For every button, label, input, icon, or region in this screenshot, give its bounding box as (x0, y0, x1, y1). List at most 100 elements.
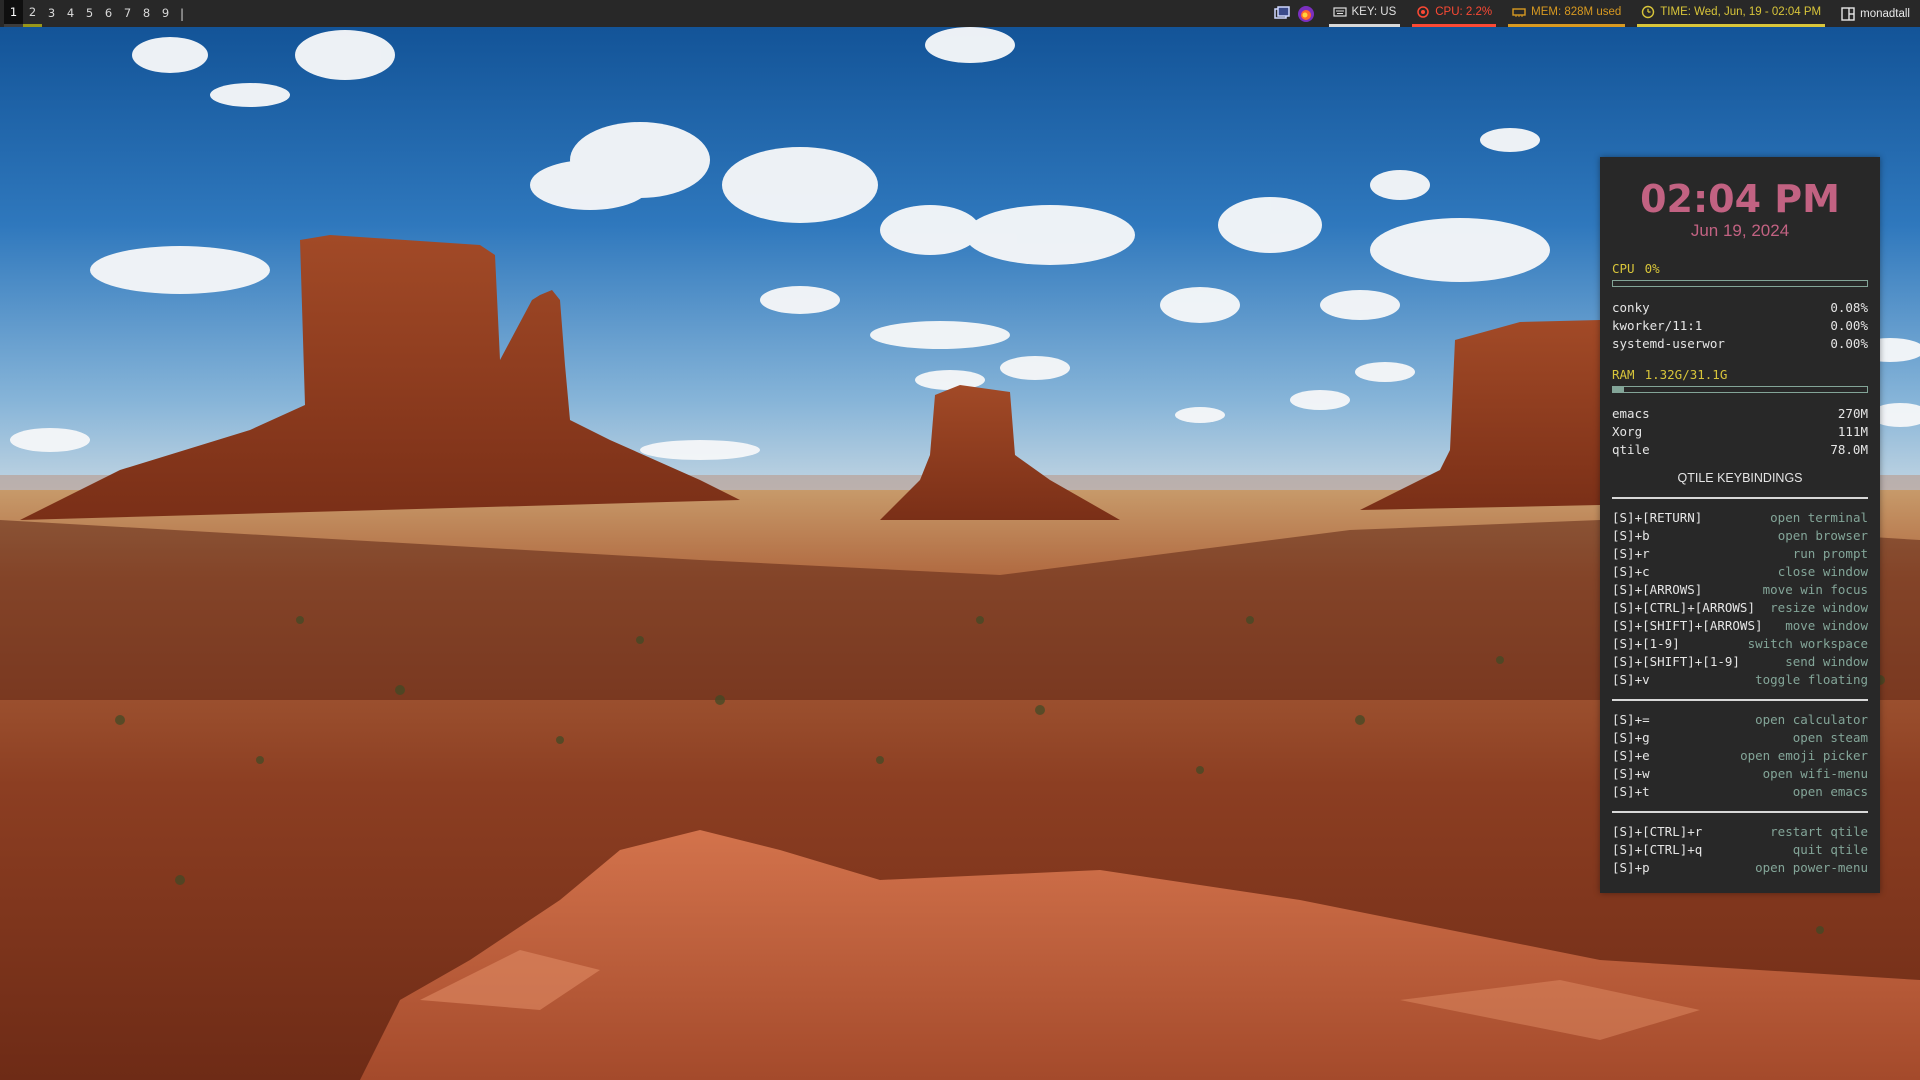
keybinding-row: [S]+g open steam (1612, 729, 1868, 747)
ram-header: RAM 1.32G/31.1G (1612, 367, 1868, 382)
layout-widget[interactable]: monadtall (1837, 0, 1914, 27)
keybinding-action: open calculator (1755, 712, 1868, 727)
keyboard-widget[interactable]: KEY: US (1328, 0, 1401, 27)
systray (1273, 5, 1315, 23)
workspace-4[interactable]: 4 (61, 0, 80, 27)
keybinding-key: [S]+[ARROWS] (1612, 582, 1703, 597)
keybinding-row: [S]+b open browser (1612, 527, 1868, 545)
keybindings-divider (1612, 497, 1868, 499)
ram-meter (1612, 386, 1868, 393)
process-row: conky 0.08% (1612, 299, 1868, 317)
workspace-1[interactable]: 1 (4, 0, 23, 27)
keyboard-icon (1332, 7, 1347, 17)
keyboard-layout-text: KEY: US (1351, 6, 1397, 18)
keybinding-key: [S]+v (1612, 672, 1650, 687)
top-bar: 1 2 3 4 5 6 7 8 9 | KEY: US CPU: 2.2% ME… (0, 0, 1920, 27)
keybinding-row: [S]+e open emoji picker (1612, 747, 1868, 765)
keybinding-row: [S]+[CTRL]+q quit qtile (1612, 841, 1868, 859)
keybinding-row: [S]+= open calculator (1612, 711, 1868, 729)
process-name: qtile (1612, 442, 1650, 457)
process-name: kworker/11:1 (1612, 318, 1703, 333)
bar-widgets: KEY: US CPU: 2.2% MEM: 828M used TIME: W… (1273, 0, 1920, 27)
window-switcher-icon[interactable] (1273, 5, 1291, 23)
process-value: 0.00% (1830, 336, 1868, 351)
keybinding-key: [S]+p (1612, 860, 1650, 875)
workspace-group: 1 2 3 4 5 6 7 8 9 | (0, 0, 184, 27)
keybinding-key: [S]+[CTRL]+q (1612, 842, 1703, 857)
keybinding-key: [S]+[RETURN] (1612, 510, 1703, 525)
process-row: qtile 78.0M (1612, 441, 1868, 459)
keybinding-key: [S]+b (1612, 528, 1650, 543)
keybinding-row: [S]+c close window (1612, 563, 1868, 581)
keybinding-action: move win focus (1762, 582, 1868, 597)
keybinding-row: [S]+[CTRL]+[ARROWS] resize window (1612, 599, 1868, 617)
workspace-6[interactable]: 6 (99, 0, 118, 27)
process-name: emacs (1612, 406, 1650, 421)
process-row: systemd-userwor 0.00% (1612, 335, 1868, 353)
keybindings-divider (1612, 811, 1868, 813)
keybinding-group: [S]+[CTRL]+r restart qtile [S]+[CTRL]+q qui… (1612, 823, 1868, 877)
keybinding-row: [S]+w open wifi-menu (1612, 765, 1868, 783)
cpu-header: CPU 0% (1612, 261, 1868, 276)
process-value: 0.00% (1830, 318, 1868, 333)
workspace-8[interactable]: 8 (137, 0, 156, 27)
cpu-icon (1417, 6, 1429, 18)
bar-separator: | (180, 6, 185, 21)
keybinding-key: [S]+[1-9] (1612, 636, 1680, 651)
keybinding-key: [S]+e (1612, 748, 1650, 763)
cpu-process-list: conky 0.08% kworker/11:1 0.00% systemd-use… (1612, 299, 1868, 353)
memory-icon (1512, 8, 1526, 17)
keybinding-action: switch workspace (1747, 636, 1868, 651)
clock-text: TIME: Wed, Jun, 19 - 02:04 PM (1660, 6, 1822, 18)
keybinding-action: restart qtile (1770, 824, 1868, 839)
keybinding-row: [S]+r run prompt (1612, 545, 1868, 563)
keybinding-key: [S]+[CTRL]+[ARROWS] (1612, 600, 1755, 615)
firefox-icon[interactable] (1297, 5, 1315, 23)
process-row: kworker/11:1 0.00% (1612, 317, 1868, 335)
memory-widget[interactable]: MEM: 828M used (1508, 0, 1626, 27)
process-row: Xorg 111M (1612, 423, 1868, 441)
keybinding-action: toggle floating (1755, 672, 1868, 687)
cpu-meter (1612, 280, 1868, 287)
process-value: 78.0M (1830, 442, 1868, 457)
ram-label: RAM (1612, 367, 1635, 382)
keybinding-row: [S]+t open emacs (1612, 783, 1868, 801)
workspace-9[interactable]: 9 (156, 0, 175, 27)
keybinding-action: send window (1785, 654, 1868, 669)
workspace-2[interactable]: 2 (23, 0, 42, 27)
process-value: 0.08% (1830, 300, 1868, 315)
workspace-7[interactable]: 7 (118, 0, 137, 27)
clock-icon (1642, 5, 1655, 19)
keybinding-key: [S]+g (1612, 730, 1650, 745)
cpu-label: CPU (1612, 261, 1635, 276)
keybinding-action: resize window (1770, 600, 1868, 615)
keybinding-action: run prompt (1792, 546, 1868, 561)
keybinding-row: [S]+[CTRL]+r restart qtile (1612, 823, 1868, 841)
keybinding-key: [S]+[SHIFT]+[1-9] (1612, 654, 1740, 669)
keybinding-action: open browser (1777, 528, 1868, 543)
workspace-5[interactable]: 5 (80, 0, 99, 27)
keybinding-action: open emoji picker (1740, 748, 1868, 763)
keybindings-list: [S]+[RETURN] open terminal [S]+b open brows… (1612, 497, 1868, 877)
keybinding-action: open steam (1792, 730, 1868, 745)
keybinding-key: [S]+c (1612, 564, 1650, 579)
ram-value: 1.32G/31.1G (1644, 367, 1728, 382)
clock-widget[interactable]: TIME: Wed, Jun, 19 - 02:04 PM (1637, 0, 1826, 27)
conky-clock-time: 02:04 PM (1640, 177, 1840, 221)
keybinding-action: open power-menu (1755, 860, 1868, 875)
keybinding-action: open terminal (1770, 510, 1868, 525)
keybinding-group: [S]+= open calculator [S]+g open steam [S]+e… (1612, 711, 1868, 801)
keybinding-action: close window (1777, 564, 1868, 579)
process-name: conky (1612, 300, 1650, 315)
keybinding-key: [S]+w (1612, 766, 1650, 781)
keybinding-group: [S]+[RETURN] open terminal [S]+b open brows… (1612, 509, 1868, 689)
ram-process-list: emacs 270M Xorg 111M qtile 78.0M (1612, 405, 1868, 459)
layout-name-text: monadtall (1860, 7, 1910, 20)
cpu-widget[interactable]: CPU: 2.2% (1412, 0, 1497, 27)
process-name: Xorg (1612, 424, 1643, 439)
process-name: systemd-userwor (1612, 336, 1725, 351)
keybinding-key: [S]+= (1612, 712, 1650, 727)
process-value: 111M (1837, 424, 1868, 439)
workspace-3[interactable]: 3 (42, 0, 61, 27)
process-value: 270M (1837, 406, 1868, 421)
